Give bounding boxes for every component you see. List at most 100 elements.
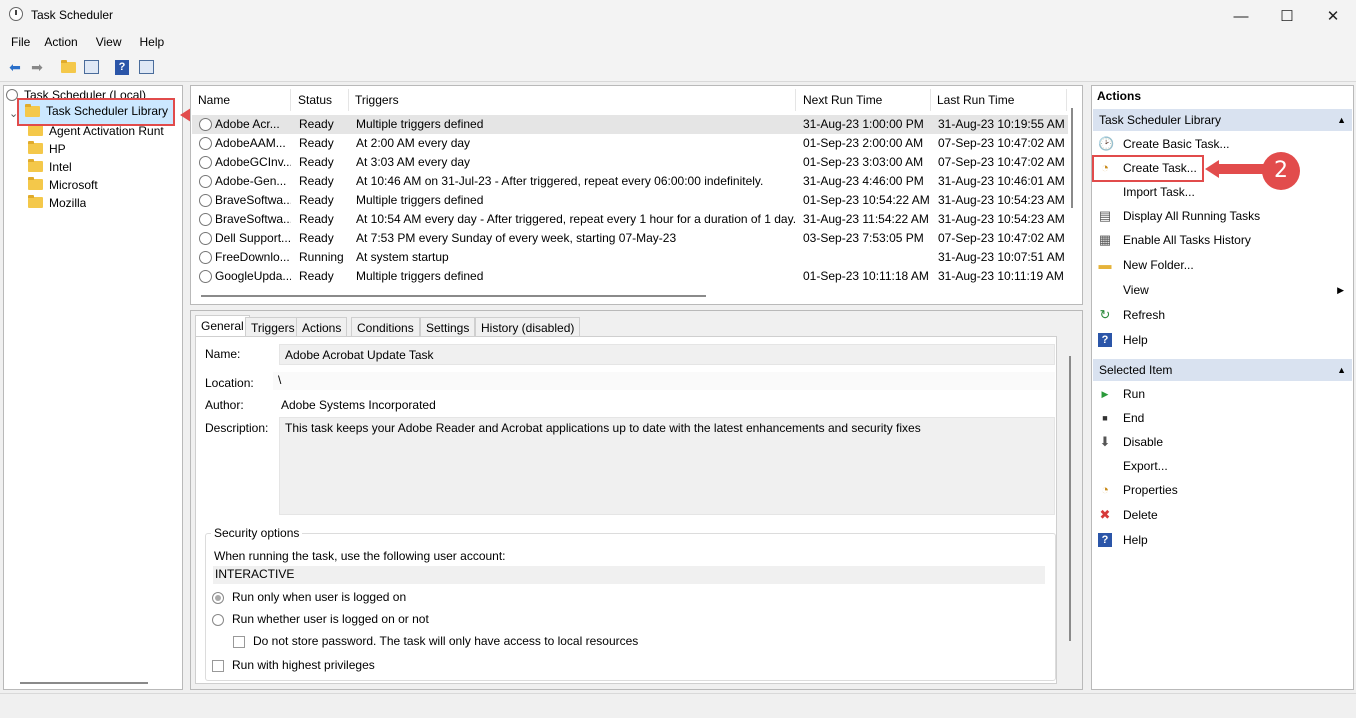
help-icon[interactable]: ? [112,57,132,77]
back-arrow-icon[interactable]: ⬅ [5,57,25,77]
vertical-scrollbar[interactable] [1069,356,1071,641]
collapse-icon[interactable]: ▲ [1337,109,1346,131]
action-import-task[interactable]: Import Task... [1092,181,1350,203]
checkbox-no-store-password[interactable] [233,636,245,648]
disable-icon: ⬇ [1099,434,1111,449]
horizontal-scrollbar[interactable] [201,295,706,297]
radio-logged-on-label[interactable]: Run only when user is logged on [232,590,406,604]
description-field[interactable]: This task keeps your Adobe Reader and Ac… [279,417,1055,515]
minimize-button[interactable]: — [1218,0,1264,32]
action-end[interactable]: ■ End [1092,407,1350,429]
column-header-name[interactable]: Name [192,89,291,111]
table-row[interactable]: BraveSoftwa... Ready At 10:54 AM every day… [192,210,1068,229]
action-delete[interactable]: ✖ Delete [1092,504,1350,526]
status-bar [0,693,1356,718]
action-disable[interactable]: ⬇ Disable [1092,431,1350,453]
radio-logged-on[interactable] [212,592,224,604]
column-header-last-run[interactable]: Last Run Time [931,89,1067,111]
task-clock-icon [199,118,212,131]
action-create-basic-task[interactable]: 🕑 Create Basic Task... [1092,133,1350,155]
action-label: View [1123,283,1149,297]
table-cell-triggers: Multiple triggers defined [356,269,484,283]
radio-whether-logged-on[interactable] [212,614,224,626]
refresh-icon: ↻ [1099,307,1111,322]
action-new-folder[interactable]: ▬ New Folder... [1092,254,1350,276]
collapse-icon[interactable]: ▲ [1337,359,1346,381]
column-header-triggers[interactable]: Triggers [349,89,796,111]
tab-conditions[interactable]: Conditions [351,317,420,337]
table-row[interactable]: Dell Support... Ready At 7:53 PM every Sun… [192,229,1068,248]
menu-file[interactable]: File [0,32,38,52]
action-label: Help [1123,333,1148,347]
clock-icon: 🕑 [1098,136,1115,151]
show-hide-console-tree-icon[interactable] [81,57,101,77]
column-header-next-run[interactable]: Next Run Time [797,89,931,111]
action-label: Run [1123,387,1146,401]
action-enable-tasks-history[interactable]: ▦ Enable All Tasks History [1092,229,1350,251]
table-row[interactable]: Adobe Acr... Ready Multiple triggers defin… [192,115,1068,134]
table-row[interactable]: Adobe-Gen... Ready At 10:46 AM on 31-Jul-2… [192,172,1068,191]
table-row[interactable]: FreeDownlo... Running At system startup 31-… [192,248,1068,267]
name-field[interactable]: Adobe Acrobat Update Task [279,344,1055,365]
table-cell-next-run: 31-Aug-23 11:54:22 AM [803,212,929,226]
action-display-running-tasks[interactable]: ▤ Display All Running Tasks [1092,205,1350,227]
tab-history[interactable]: History (disabled) [475,317,581,337]
menu-view[interactable]: View [86,32,130,52]
menu-action[interactable]: Action [38,32,85,52]
horizontal-scrollbar[interactable] [20,682,148,684]
section-header-library[interactable]: Task Scheduler Library ▲ [1093,109,1352,131]
table-row[interactable]: GoogleUpda... Ready Multiple triggers defi… [192,267,1068,286]
tree-item-hp[interactable]: HP [28,140,66,158]
tab-actions[interactable]: Actions [296,317,348,337]
action-help[interactable]: ? Help [1092,329,1350,351]
tab-settings[interactable]: Settings [420,317,476,337]
tab-triggers[interactable]: Triggers [245,317,301,337]
checkbox-highest-privileges-label[interactable]: Run with highest privileges [232,658,375,672]
tree-item-label: HP [49,142,66,156]
show-action-pane-icon[interactable] [136,57,156,77]
user-account-field[interactable]: INTERACTIVE [213,566,1045,584]
section-header-selected[interactable]: Selected Item ▲ [1093,359,1352,381]
action-label: New Folder... [1123,258,1194,272]
tree-item-label: Agent Activation Runt [49,124,164,138]
radio-whether-logged-on-label[interactable]: Run whether user is logged on or not [232,612,429,626]
action-label: Delete [1123,508,1158,522]
action-properties[interactable]: ◔ Properties [1092,479,1350,501]
console-tree: Task Scheduler (Local) ⌄ Agent Activatio… [3,85,183,690]
tab-general[interactable]: General [195,315,250,337]
table-cell-name: GoogleUpda... [215,269,291,283]
submenu-arrow-icon: ▶ [1337,285,1344,295]
maximize-button[interactable]: ☐ [1264,0,1310,32]
column-header-status[interactable]: Status [292,89,349,111]
task-clock-icon [199,232,212,245]
location-field[interactable]: \ [273,372,1055,390]
action-help[interactable]: ? Help [1092,529,1350,551]
checkbox-no-store-password-label[interactable]: Do not store password. The task will onl… [253,634,638,648]
table-row[interactable]: BraveSoftwa... Ready Multiple triggers def… [192,191,1068,210]
menu-help[interactable]: Help [130,32,173,52]
vertical-scrollbar[interactable] [1071,108,1073,208]
table-row[interactable]: AdobeAAM... Ready At 2:00 AM every day 01-S… [192,134,1068,153]
action-label: End [1123,411,1145,425]
action-run[interactable]: ▶ Run [1092,383,1350,405]
delete-icon: ✖ [1099,507,1111,522]
tree-item-mozilla[interactable]: Mozilla [28,194,86,212]
folder-icon [28,141,43,154]
task-clock-icon [199,213,212,226]
tree-item-library-selected[interactable]: Task Scheduler Library [17,98,175,126]
task-clock-icon [199,175,212,188]
library-folder-icon [25,104,40,117]
action-export[interactable]: Export... [1092,455,1350,477]
action-refresh[interactable]: ↻ Refresh [1092,304,1350,326]
table-cell-status: Ready [299,174,334,188]
checkbox-highest-privileges[interactable] [212,660,224,672]
table-cell-triggers: At 7:53 PM every Sunday of every week, s… [356,231,677,245]
action-view[interactable]: View ▶ [1092,279,1350,301]
forward-arrow-icon[interactable]: ➡ [27,57,47,77]
table-row[interactable]: AdobeGCInv... Ready At 3:03 AM every day 01… [192,153,1068,172]
up-folder-icon[interactable] [58,57,78,77]
tree-item-label: Microsoft [49,178,98,192]
close-button[interactable]: ✕ [1310,0,1356,32]
tree-item-microsoft[interactable]: › Microsoft [28,176,98,194]
tree-item-intel[interactable]: › Intel [28,158,72,176]
